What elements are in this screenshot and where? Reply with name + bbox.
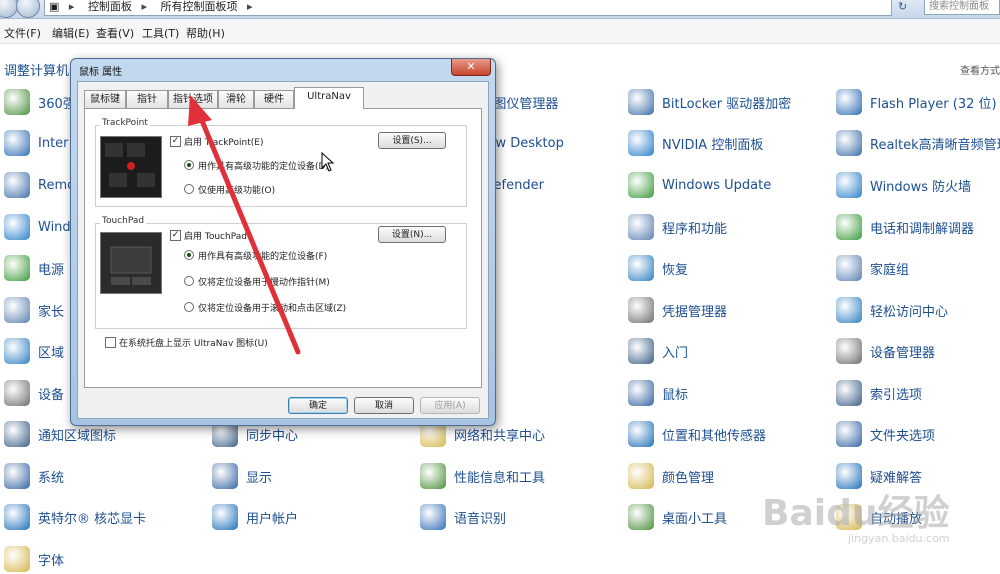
cursor-icon: [321, 152, 335, 172]
arrow-shaft: [197, 113, 301, 355]
baidu-logo: Baidu经验: [762, 493, 950, 534]
baidu-watermark: Baidu经验 jingyan.baidu.com: [762, 484, 950, 545]
arrow-head-icon: [188, 95, 212, 126]
watermark-url: jingyan.baidu.com: [848, 532, 950, 545]
tab-ultranav[interactable]: UltraNav: [294, 87, 364, 109]
